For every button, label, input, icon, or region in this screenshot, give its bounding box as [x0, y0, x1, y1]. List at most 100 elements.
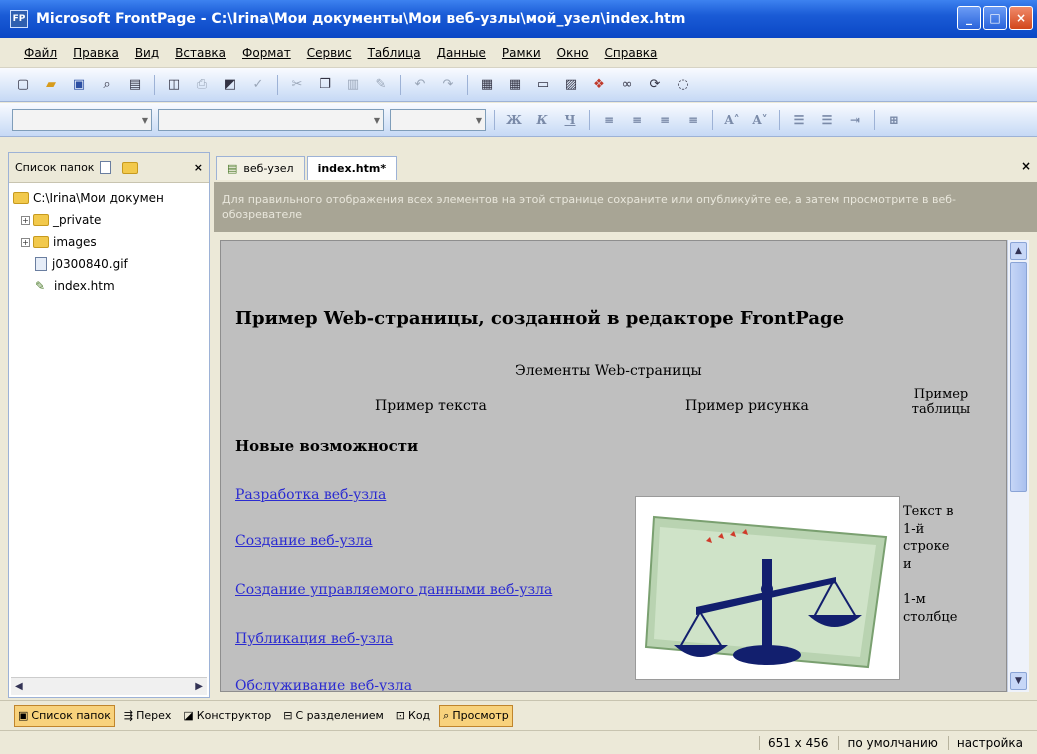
menu-insert[interactable]: Вставка [175, 46, 226, 60]
folder-icon [33, 236, 49, 248]
navigation-view-button[interactable]: ⇶ Перех [121, 705, 175, 727]
bullet-list-icon[interactable]: ☰ [816, 109, 838, 131]
folder-list-header: Список папок × [9, 153, 209, 183]
horizontal-scrollbar[interactable]: ◀ ▶ [11, 677, 207, 695]
spelling-icon[interactable]: ✓ [247, 74, 269, 96]
indent-icon[interactable]: ⇥ [844, 109, 866, 131]
borders-icon[interactable]: ⊞ [883, 109, 905, 131]
menu-view[interactable]: Вид [135, 46, 159, 60]
design-view-button[interactable]: ◪ Конструктор [180, 705, 274, 727]
stop-icon[interactable]: ◌ [672, 74, 694, 96]
link-site-maintenance[interactable]: Обслуживание веб-узла [235, 678, 412, 691]
scroll-left-icon[interactable]: ◀ [15, 681, 23, 692]
bold-icon[interactable]: Ж [503, 109, 525, 131]
decrease-font-icon[interactable]: A˅ [749, 109, 771, 131]
close-button[interactable]: × [1009, 6, 1033, 30]
insert-picture-icon[interactable]: ▨ [560, 74, 582, 96]
expand-icon[interactable]: + [21, 215, 30, 225]
split-view-button[interactable]: ⊟ С разделением [280, 705, 387, 727]
copy-icon[interactable]: ❐ [314, 74, 336, 96]
menu-tools[interactable]: Сервис [307, 46, 352, 60]
link-site-publishing[interactable]: Публикация веб-узла [235, 631, 393, 647]
insert-frame-icon[interactable]: ▭ [532, 74, 554, 96]
menu-edit[interactable]: Правка [73, 46, 119, 60]
paste-icon[interactable]: ▥ [342, 74, 364, 96]
tab-website[interactable]: ▤ веб-узел [216, 156, 305, 180]
tree-item-images[interactable]: + images [13, 231, 205, 253]
preview-browser-icon[interactable]: ◫ [163, 74, 185, 96]
cell-line: Текст в [903, 504, 954, 519]
italic-icon[interactable]: К [531, 109, 553, 131]
formatting-toolbar: ▼ ▼ ▼ Ж К Ч ≡ ≡ ≡ ≡ A˄ A˅ ☰ ☰ ⇥ ⊞ [0, 103, 1037, 137]
font-size-combo[interactable]: ▼ [390, 108, 486, 131]
new-page-icon[interactable]: ▢ [12, 74, 34, 96]
drawing-icon[interactable]: ❖ [588, 74, 610, 96]
print-icon[interactable]: ⎙ [191, 74, 213, 96]
close-document-icon[interactable]: × [1021, 159, 1031, 173]
column-picture-header: Пример рисунка [685, 398, 809, 414]
link-site-creation[interactable]: Создание веб-узла [235, 533, 373, 549]
vertical-scrollbar[interactable]: ▲ ▼ [1007, 240, 1029, 692]
style-combo[interactable]: ▼ [12, 108, 152, 131]
design-view-label: Конструктор [196, 709, 272, 722]
split-icon: ⊟ [283, 709, 293, 722]
new-page-icon[interactable] [100, 161, 112, 174]
new-folder-icon[interactable] [122, 161, 139, 174]
menu-format[interactable]: Формат [242, 46, 291, 60]
menu-frames[interactable]: Рамки [502, 46, 541, 60]
search-icon[interactable]: ⌕ [96, 74, 118, 96]
font-combo[interactable]: ▼ [158, 108, 384, 131]
code-icon: ⊡ [395, 709, 406, 722]
scrollbar-thumb[interactable] [1010, 262, 1027, 492]
preview-view-button[interactable]: ⌕ Просмотр [439, 704, 513, 727]
tree-item-gif[interactable]: j0300840.gif [13, 253, 205, 275]
redo-icon[interactable]: ↷ [437, 74, 459, 96]
scroll-down-icon[interactable]: ▼ [1010, 672, 1027, 690]
menu-help[interactable]: Справка [605, 46, 658, 60]
align-center-icon[interactable]: ≡ [626, 109, 648, 131]
increase-font-icon[interactable]: A˄ [721, 109, 743, 131]
print-preview-icon[interactable]: ◩ [219, 74, 241, 96]
view-bar: ▣ Список папок ⇶ Перех ◪ Конструктор ⊟ С… [0, 700, 1037, 730]
tree-root[interactable]: C:\Irina\Мои докумен [13, 187, 205, 209]
refresh-icon[interactable]: ⟳ [644, 74, 666, 96]
scroll-up-icon[interactable]: ▲ [1010, 242, 1027, 260]
close-icon[interactable]: × [194, 161, 203, 174]
tree-item-private[interactable]: + _private [13, 209, 205, 231]
hyperlink-icon[interactable]: ∞ [616, 74, 638, 96]
menu-file[interactable]: Файл [24, 46, 57, 60]
menu-window[interactable]: Окно [557, 46, 589, 60]
save-icon[interactable]: ▣ [68, 74, 90, 96]
scales-picture[interactable] [635, 496, 900, 680]
tab-index[interactable]: index.htm* [306, 156, 398, 180]
menu-data[interactable]: Данные [437, 46, 486, 60]
numbered-list-icon[interactable]: ☰ [788, 109, 810, 131]
expand-icon[interactable]: + [21, 237, 30, 247]
insert-layer-icon[interactable]: ▦ [476, 74, 498, 96]
link-data-driven-site[interactable]: Создание управляемого данными веб-узла [235, 582, 552, 598]
insert-table-icon[interactable]: ▦ [504, 74, 526, 96]
tree-item-index[interactable]: ✎ index.htm [13, 275, 205, 297]
link-site-development[interactable]: Разработка веб-узла [235, 487, 386, 503]
undo-icon[interactable]: ↶ [409, 74, 431, 96]
minimize-button[interactable]: _ [957, 6, 981, 30]
justify-icon[interactable]: ≡ [682, 109, 704, 131]
navigation-view-label: Перех [136, 709, 172, 722]
underline-icon[interactable]: Ч [559, 109, 581, 131]
cut-icon[interactable]: ✂ [286, 74, 308, 96]
open-folder-icon[interactable]: ▰ [40, 74, 62, 96]
menu-table[interactable]: Таблица [368, 46, 421, 60]
publish-icon[interactable]: ▤ [124, 74, 146, 96]
preview-view-label: Просмотр [452, 709, 509, 722]
scroll-right-icon[interactable]: ▶ [195, 681, 203, 692]
align-right-icon[interactable]: ≡ [654, 109, 676, 131]
folder-list-view-button[interactable]: ▣ Список папок [14, 704, 115, 727]
maximize-button[interactable]: □ [983, 6, 1007, 30]
default-status: по умолчанию [838, 735, 938, 750]
code-view-button[interactable]: ⊡ Код [393, 705, 433, 727]
format-painter-icon[interactable]: ✎ [370, 74, 392, 96]
align-left-icon[interactable]: ≡ [598, 109, 620, 131]
tree-item-label: index.htm [54, 279, 115, 293]
cell-line: строке [903, 539, 950, 555]
design-canvas[interactable]: Пример Web-страницы, созданной в редакто… [220, 240, 1007, 692]
